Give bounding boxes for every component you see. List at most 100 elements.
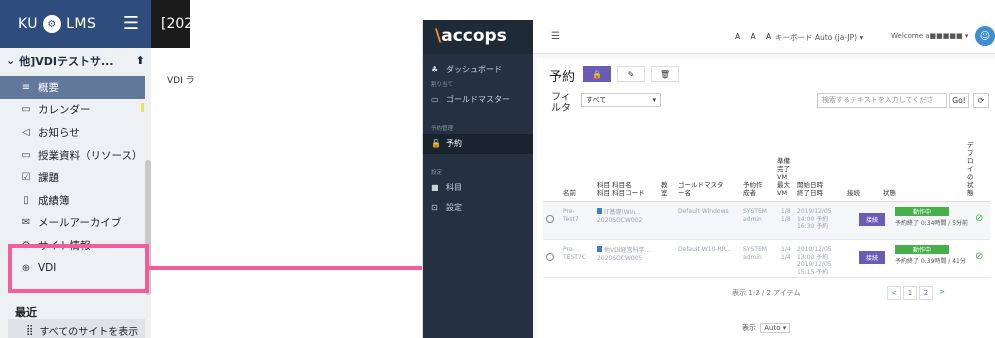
- status-detail: 予約終了 0:39時間 / 41分: [895, 258, 966, 265]
- column-header[interactable]: 準備 完了 VM 最大 VM: [777, 157, 790, 197]
- course-title[interactable]: ⌄ 他]VDIテストサ... ⬆: [0, 48, 151, 73]
- chevron-down-icon: ⌄: [6, 54, 16, 67]
- lock-button[interactable]: 🔒: [583, 66, 611, 82]
- connect-button[interactable]: 接続: [859, 251, 885, 264]
- sidebar-item-assignment[interactable]: ☑ 課題: [0, 166, 151, 189]
- sidebar-item-label: ゴールドマスター: [446, 95, 510, 104]
- cell-subject-text: 他VDI経営科学... 2020SOCW005: [597, 247, 651, 262]
- column-header[interactable]: ゴールドマスタ ー名: [678, 181, 724, 197]
- column-header[interactable]: 状態: [883, 189, 896, 197]
- arrow-line: [149, 266, 445, 270]
- check-circle-icon: ⊘: [975, 213, 984, 224]
- book-icon: [597, 246, 602, 252]
- column-header[interactable]: 名前: [563, 189, 576, 197]
- page-title: 予約: [549, 70, 576, 85]
- accops-sidebar: ♣ ダッシュボード 割り当て ▭ ゴールドマスター 予約管理 🔓 予約 設定 ■ 科目 ⊡ 設定: [423, 54, 533, 338]
- column-header[interactable]: デプロイの状態: [967, 141, 977, 197]
- sidebar-item-settings[interactable]: ⊡ 設定: [423, 198, 533, 218]
- table-row[interactable]: Pre- Test7 IT基礎(Win... 2020SOCW002 Default…: [543, 202, 990, 240]
- list-icon: ≡: [21, 81, 31, 93]
- table-body: Pre- Test7 IT基礎(Win... 2020SOCW002 Default…: [543, 202, 990, 278]
- next-page-button[interactable]: >: [935, 286, 949, 300]
- logo-text: KU: [18, 16, 39, 32]
- caret-down-icon: ▾: [652, 96, 656, 104]
- cell-name: Pre- TEST7C: [563, 246, 586, 261]
- cell-goldmaster: Default Windows: [678, 208, 729, 215]
- sidebar-item-monitor[interactable]: ▭ ゴールドマスター: [423, 90, 533, 110]
- filter-value: すべて: [586, 96, 607, 104]
- page-1-button[interactable]: 1: [903, 286, 917, 300]
- filter-select[interactable]: すべて ▾: [581, 93, 661, 107]
- status-badge: 動作中: [895, 207, 949, 216]
- sidebar-item-calendar[interactable]: ▭ カレンダー: [0, 99, 151, 122]
- sidebar-item-book[interactable]: ■ 科目: [423, 178, 533, 198]
- sidebar-item-label: 授業資料（リソース）: [38, 149, 143, 162]
- status-badge: 動作中: [895, 245, 949, 254]
- row-radio[interactable]: [546, 215, 554, 223]
- font-size-buttons[interactable]: A A A: [735, 32, 775, 41]
- main-content-text: VDI ラ: [167, 76, 195, 86]
- display-label: 表示: [742, 324, 756, 332]
- page-title-strip: [2020: [151, 0, 190, 48]
- cell-name: Pre- Test7: [563, 208, 579, 223]
- column-header[interactable]: 予約作 成者: [743, 181, 763, 197]
- monitor-icon: ▭: [431, 95, 439, 104]
- connect-button[interactable]: 接続: [859, 213, 885, 226]
- sidebar-section-label: 割り当て: [431, 82, 454, 88]
- sidebar-item-label: 課題: [38, 172, 59, 185]
- all-sites-label: すべてのサイトを表示: [39, 326, 139, 338]
- display-select[interactable]: Auto ▾: [760, 323, 791, 333]
- hamburger-menu-icon[interactable]: ☰: [123, 13, 139, 34]
- column-header[interactable]: 接続: [847, 189, 860, 197]
- accops-logo[interactable]: \accops: [423, 20, 533, 54]
- sidebar-item-gradebook[interactable]: ▯ 成績簿: [0, 189, 151, 212]
- menu-toggle-icon[interactable]: ☰: [551, 31, 560, 42]
- sidebar-item-list[interactable]: ≡ 概要: [0, 76, 151, 99]
- user-avatar-icon[interactable]: ☺: [975, 26, 995, 46]
- column-header[interactable]: 開始日時 終了日時: [797, 181, 823, 197]
- assignment-icon: ☑: [21, 172, 31, 184]
- table-header: 名前 科目 科目名 科目 科目コード 教 室 ゴールドマスタ ー名 予約作 成者 準備 完…: [543, 118, 990, 202]
- lms-header: KU ⚙ LMS ☰: [0, 0, 151, 48]
- megaphone-icon: ◁: [22, 126, 30, 138]
- lms-logo[interactable]: KU ⚙ LMS: [18, 15, 96, 33]
- calendar-icon: ▭: [21, 104, 31, 116]
- prev-page-button[interactable]: <: [887, 286, 901, 300]
- delete-button[interactable]: 🗑: [651, 66, 679, 82]
- sidebar-item-folder[interactable]: ▭ 授業資料（リソース）: [0, 144, 151, 167]
- mail-archive-icon: ✉: [21, 217, 31, 229]
- column-header[interactable]: 科目 科目名 科目 科目コード: [597, 181, 645, 197]
- folder-icon: ▭: [21, 149, 31, 161]
- reservation-page: 予約 🔒 ✎ 🗑 フィルタ すべて ▾ 検索するテキストを入力してくださ Go!…: [537, 58, 995, 338]
- edit-button[interactable]: ✎: [617, 66, 645, 82]
- pin-icon[interactable]: ⬆: [136, 54, 145, 67]
- display-setting: 表示 Auto ▾: [742, 323, 791, 333]
- page-2-button[interactable]: 2: [919, 286, 933, 300]
- sidebar-item-dashboard[interactable]: ♣ ダッシュボード: [423, 60, 533, 80]
- unlock-icon: 🔓: [431, 139, 441, 148]
- sidebar-item-label: カレンダー: [38, 104, 91, 117]
- gradebook-icon: ▯: [23, 194, 29, 206]
- sidebar-item-label: ダッシュボード: [446, 65, 502, 74]
- sidebar-item-megaphone[interactable]: ◁ お知らせ: [0, 121, 151, 144]
- refresh-icon[interactable]: ⟳: [973, 93, 989, 108]
- keyboard-select[interactable]: キーボード Auto (ja-JP) ▾: [775, 32, 863, 43]
- cell-subject-text: IT基礎(Win... 2020SOCW002: [597, 209, 643, 224]
- search-input[interactable]: 検索するテキストを入力してくださ: [817, 93, 947, 108]
- cell-dates: 2019/12/05 13:00 予約 2019/12/05 15:15 予約: [797, 246, 832, 276]
- grid-icon: ⣿: [26, 324, 34, 336]
- sidebar-item-label: 設定: [446, 203, 462, 212]
- check-circle-icon: ⊘: [975, 251, 984, 262]
- sidebar-item-label: 概要: [38, 81, 59, 94]
- go-button[interactable]: Go!: [949, 93, 969, 108]
- table-row[interactable]: Pre- TEST7C 他VDI経営科学... 2020SOCW005 Defaul…: [543, 240, 990, 278]
- sidebar-item-unlock[interactable]: 🔓 予約: [423, 134, 533, 154]
- sidebar-item-label: 成績簿: [38, 194, 70, 207]
- row-radio[interactable]: [546, 253, 554, 261]
- sidebar-item-mail-archive[interactable]: ✉ メールアーカイブ: [0, 212, 151, 235]
- column-header[interactable]: 教 室: [661, 181, 668, 197]
- reservation-table: 名前 科目 科目名 科目 科目コード 教 室 ゴールドマスタ ー名 予約作 成者 準備 完…: [543, 118, 990, 278]
- all-sites-button[interactable]: ⣿ すべてのサイトを表示: [8, 319, 146, 338]
- welcome-user-menu[interactable]: Welcome a■■■■■ ▾: [891, 32, 968, 40]
- cell-vm: 1/8 1/8: [781, 208, 791, 223]
